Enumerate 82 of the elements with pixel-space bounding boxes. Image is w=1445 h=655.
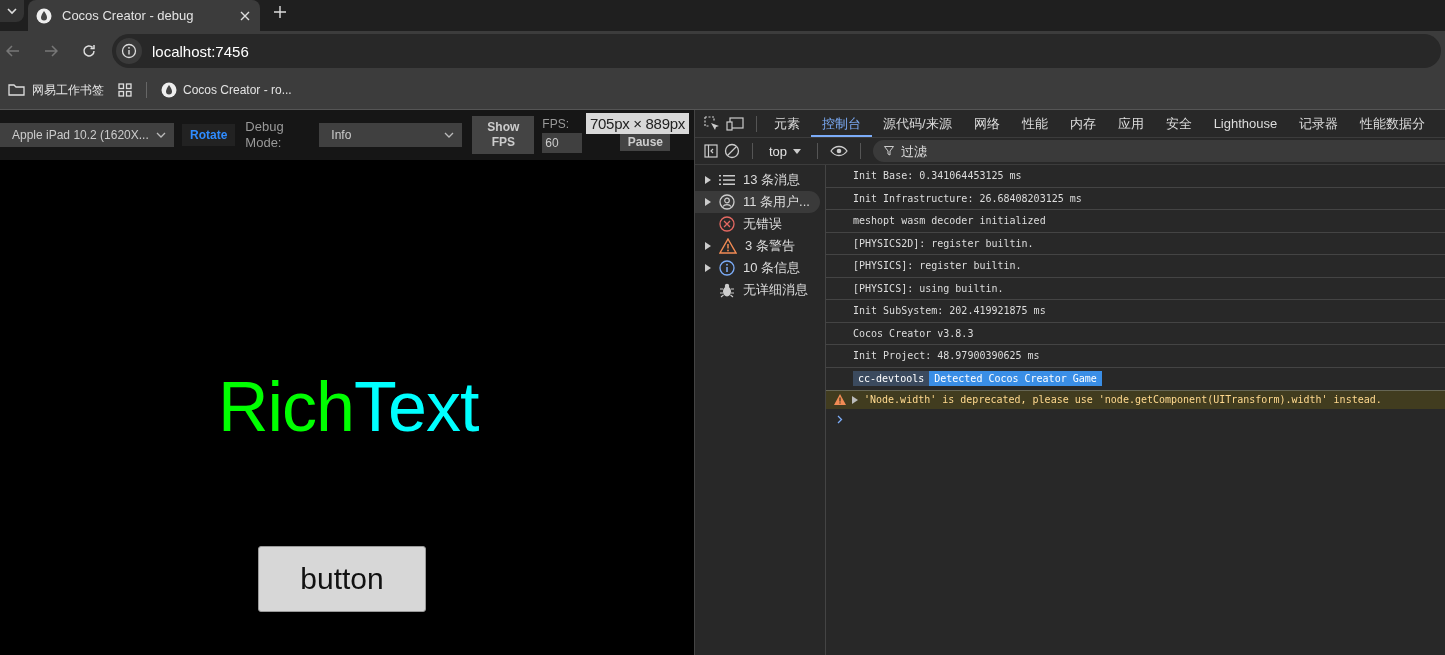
- user-icon: [719, 194, 735, 210]
- info-icon: [719, 260, 735, 276]
- rich-text: RichText: [218, 370, 479, 444]
- bookmark-label: Cocos Creator - ro...: [183, 83, 292, 97]
- devtools-tab[interactable]: 应用: [1106, 110, 1155, 137]
- log-message: [PHYSICS]: register builtin.: [826, 255, 1445, 278]
- size-tooltip: 705px × 889px: [586, 113, 689, 134]
- tab-list-button[interactable]: [0, 0, 24, 22]
- context-select[interactable]: top: [765, 143, 806, 159]
- devtools-tab[interactable]: 记录器: [1288, 110, 1350, 137]
- log-message: Init Infrastructure: 26.68408203125 ms: [826, 187, 1445, 210]
- expand-arrow-icon[interactable]: [852, 395, 858, 404]
- devtools-tab[interactable]: Lighthouse: [1202, 110, 1289, 137]
- info-icon[interactable]: [116, 38, 142, 64]
- caret-icon: [793, 148, 802, 154]
- game-button[interactable]: button: [258, 546, 426, 612]
- debug-mode-select[interactable]: Info: [319, 123, 463, 147]
- debug-mode-label: Debug Mode:: [245, 119, 285, 151]
- console-badge: cc-devtools: [853, 371, 930, 386]
- forward-icon[interactable]: [44, 45, 58, 57]
- expand-arrow-icon[interactable]: [705, 242, 711, 250]
- message-filter-item[interactable]: 3 条警告: [695, 235, 820, 257]
- apps-grid-icon[interactable]: [118, 83, 132, 97]
- reload-icon[interactable]: [82, 44, 96, 58]
- bookmark-link[interactable]: Cocos Creator - ro...: [161, 82, 292, 98]
- message-filter-item[interactable]: 无错误: [695, 213, 820, 235]
- devtools-tab[interactable]: 网络: [962, 110, 1011, 137]
- expand-arrow-icon[interactable]: [705, 198, 711, 206]
- inspect-icon[interactable]: [704, 115, 720, 132]
- filter-icon: [884, 146, 895, 156]
- log-message: [PHYSICS]: using builtin.: [826, 277, 1445, 300]
- devtools-tab[interactable]: 元素: [763, 110, 811, 137]
- bug-icon: [719, 282, 735, 298]
- rotate-button[interactable]: Rotate: [182, 124, 236, 146]
- new-tab-icon[interactable]: [274, 6, 286, 18]
- drop-logo-icon: [161, 82, 177, 98]
- devtools-tab[interactable]: 性能: [1010, 110, 1059, 137]
- log-message: Init SubSystem: 202.419921875 ms: [826, 300, 1445, 323]
- message-filter-item[interactable]: 11 条用户...: [695, 191, 820, 213]
- tab-title: Cocos Creator - debug: [62, 8, 195, 23]
- expand-arrow-icon[interactable]: [705, 176, 711, 184]
- log-message: Cocos Creator v3.8.3: [826, 322, 1445, 345]
- devtools-tab[interactable]: 控制台: [811, 110, 872, 137]
- log-message: Init Project: 48.97900390625 ms: [826, 345, 1445, 368]
- devtools-tab[interactable]: 性能数据分: [1349, 110, 1437, 137]
- clear-console-icon[interactable]: [724, 143, 740, 159]
- log-message: meshopt wasm decoder initialized: [826, 210, 1445, 233]
- message-filter-item[interactable]: 10 条信息: [695, 257, 820, 279]
- prompt-chevron-icon[interactable]: [837, 414, 843, 424]
- log-message: [PHYSICS2D]: register builtin.: [826, 232, 1445, 255]
- fps-field[interactable]: 60: [542, 133, 583, 153]
- sidebar-toggle-icon[interactable]: [704, 144, 718, 158]
- devtools-tab[interactable]: 源代码/来源: [872, 110, 963, 137]
- console-badge: Detected Cocos Creator Game: [929, 371, 1102, 386]
- chevron-down-icon: [444, 132, 455, 138]
- bookmark-label: 网易工作书签: [32, 81, 104, 99]
- bookmark-folder[interactable]: 网易工作书签: [8, 81, 104, 99]
- back-icon[interactable]: [6, 45, 20, 57]
- close-icon[interactable]: [240, 10, 250, 21]
- error-icon: [719, 216, 735, 232]
- drop-logo-icon: [36, 7, 52, 24]
- devtools-tab[interactable]: 安全: [1154, 110, 1203, 137]
- warning-icon: [834, 394, 846, 405]
- fps-label: FPS:: [542, 117, 570, 131]
- devtools-tab[interactable]: 内存: [1058, 110, 1107, 137]
- list-icon: [719, 173, 735, 187]
- folder-icon: [8, 83, 26, 97]
- chevron-down-icon: [7, 7, 17, 15]
- warning-icon: [719, 238, 737, 254]
- browser-tab[interactable]: Cocos Creator - debug: [28, 0, 260, 31]
- message-filter-item[interactable]: 无详细消息: [695, 279, 820, 301]
- log-message: Init Base: 0.341064453125 ms: [826, 165, 1445, 188]
- eye-icon[interactable]: [830, 145, 849, 157]
- warning-message: 'Node.width' is deprecated, please use 'node.getComponent(UITransform).width' instead.: [864, 394, 1382, 405]
- chevron-down-icon: [156, 132, 166, 138]
- message-filter-item[interactable]: 13 条消息: [695, 169, 820, 191]
- address-field[interactable]: localhost:7456: [152, 42, 249, 60]
- expand-arrow-icon[interactable]: [705, 264, 711, 272]
- device-toggle-icon[interactable]: [726, 116, 744, 131]
- filter-field[interactable]: 过滤: [873, 140, 1445, 162]
- show-fps-button[interactable]: Show FPS: [472, 116, 535, 154]
- device-select[interactable]: Apple iPad 10.2 (1620X...: [0, 123, 174, 147]
